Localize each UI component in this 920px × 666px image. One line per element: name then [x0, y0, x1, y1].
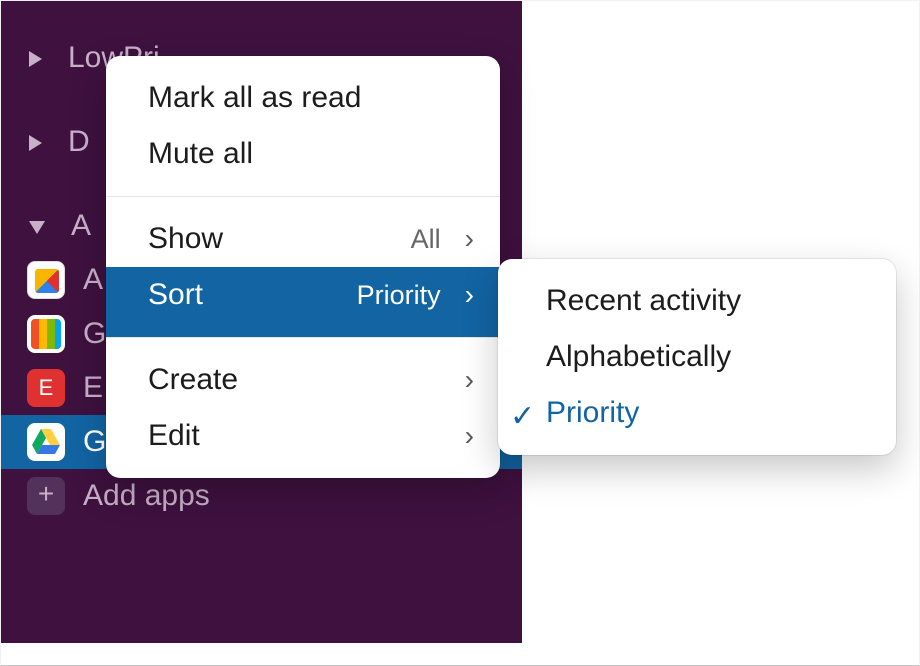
menu-item-mute-all[interactable]: Mute all: [106, 126, 500, 196]
menu-item-mark-all-read[interactable]: Mark all as read: [106, 56, 500, 126]
menu-item-label: Show: [148, 222, 401, 256]
submenu-item-label: Recent activity: [546, 284, 741, 318]
google-drive-icon: [27, 423, 65, 461]
sort-option-priority[interactable]: ✓ Priority: [498, 385, 896, 441]
section-context-menu: Mark all as read Mute all Show All › Sor…: [106, 56, 500, 478]
menu-item-label: Sort: [148, 278, 347, 312]
app-label: A: [83, 263, 103, 297]
menu-item-label: Mark all as read: [148, 81, 474, 115]
google-calendar-icon: [27, 315, 65, 353]
sort-submenu: Recent activity Alphabetically ✓ Priorit…: [498, 259, 896, 455]
add-apps-label: Add apps: [83, 479, 210, 513]
menu-item-value: All: [411, 224, 441, 255]
menu-item-edit[interactable]: Edit ›: [106, 408, 500, 478]
sort-option-recent[interactable]: Recent activity: [498, 273, 896, 329]
chevron-right-icon: ›: [465, 422, 474, 450]
menu-item-show[interactable]: Show All ›: [106, 197, 500, 267]
chevron-right-icon: ›: [465, 366, 474, 394]
e-app-icon: E: [27, 369, 65, 407]
menu-item-sort[interactable]: Sort Priority ›: [106, 267, 500, 337]
cube-app-icon: [27, 261, 65, 299]
caret-right-icon: [29, 135, 42, 151]
app-label: G: [83, 317, 106, 351]
sidebar-section-label: A: [71, 209, 91, 243]
menu-item-label: Edit: [148, 419, 455, 453]
app-label: E: [83, 371, 103, 405]
caret-right-icon: [29, 51, 42, 67]
chevron-right-icon: ›: [465, 225, 474, 253]
caret-down-icon: [29, 221, 45, 234]
sort-option-alphabetical[interactable]: Alphabetically: [498, 329, 896, 385]
submenu-item-label: Alphabetically: [546, 340, 731, 374]
submenu-item-label: Priority: [546, 396, 639, 430]
menu-item-value: Priority: [357, 280, 441, 311]
app-label: G: [83, 425, 106, 459]
plus-icon: +: [27, 477, 65, 515]
menu-item-label: Create: [148, 363, 455, 397]
menu-item-create[interactable]: Create ›: [106, 338, 500, 408]
check-icon: ✓: [510, 399, 535, 434]
menu-item-label: Mute all: [148, 137, 474, 171]
chevron-right-icon: ›: [465, 281, 474, 309]
sidebar-section-label: D: [68, 125, 90, 159]
